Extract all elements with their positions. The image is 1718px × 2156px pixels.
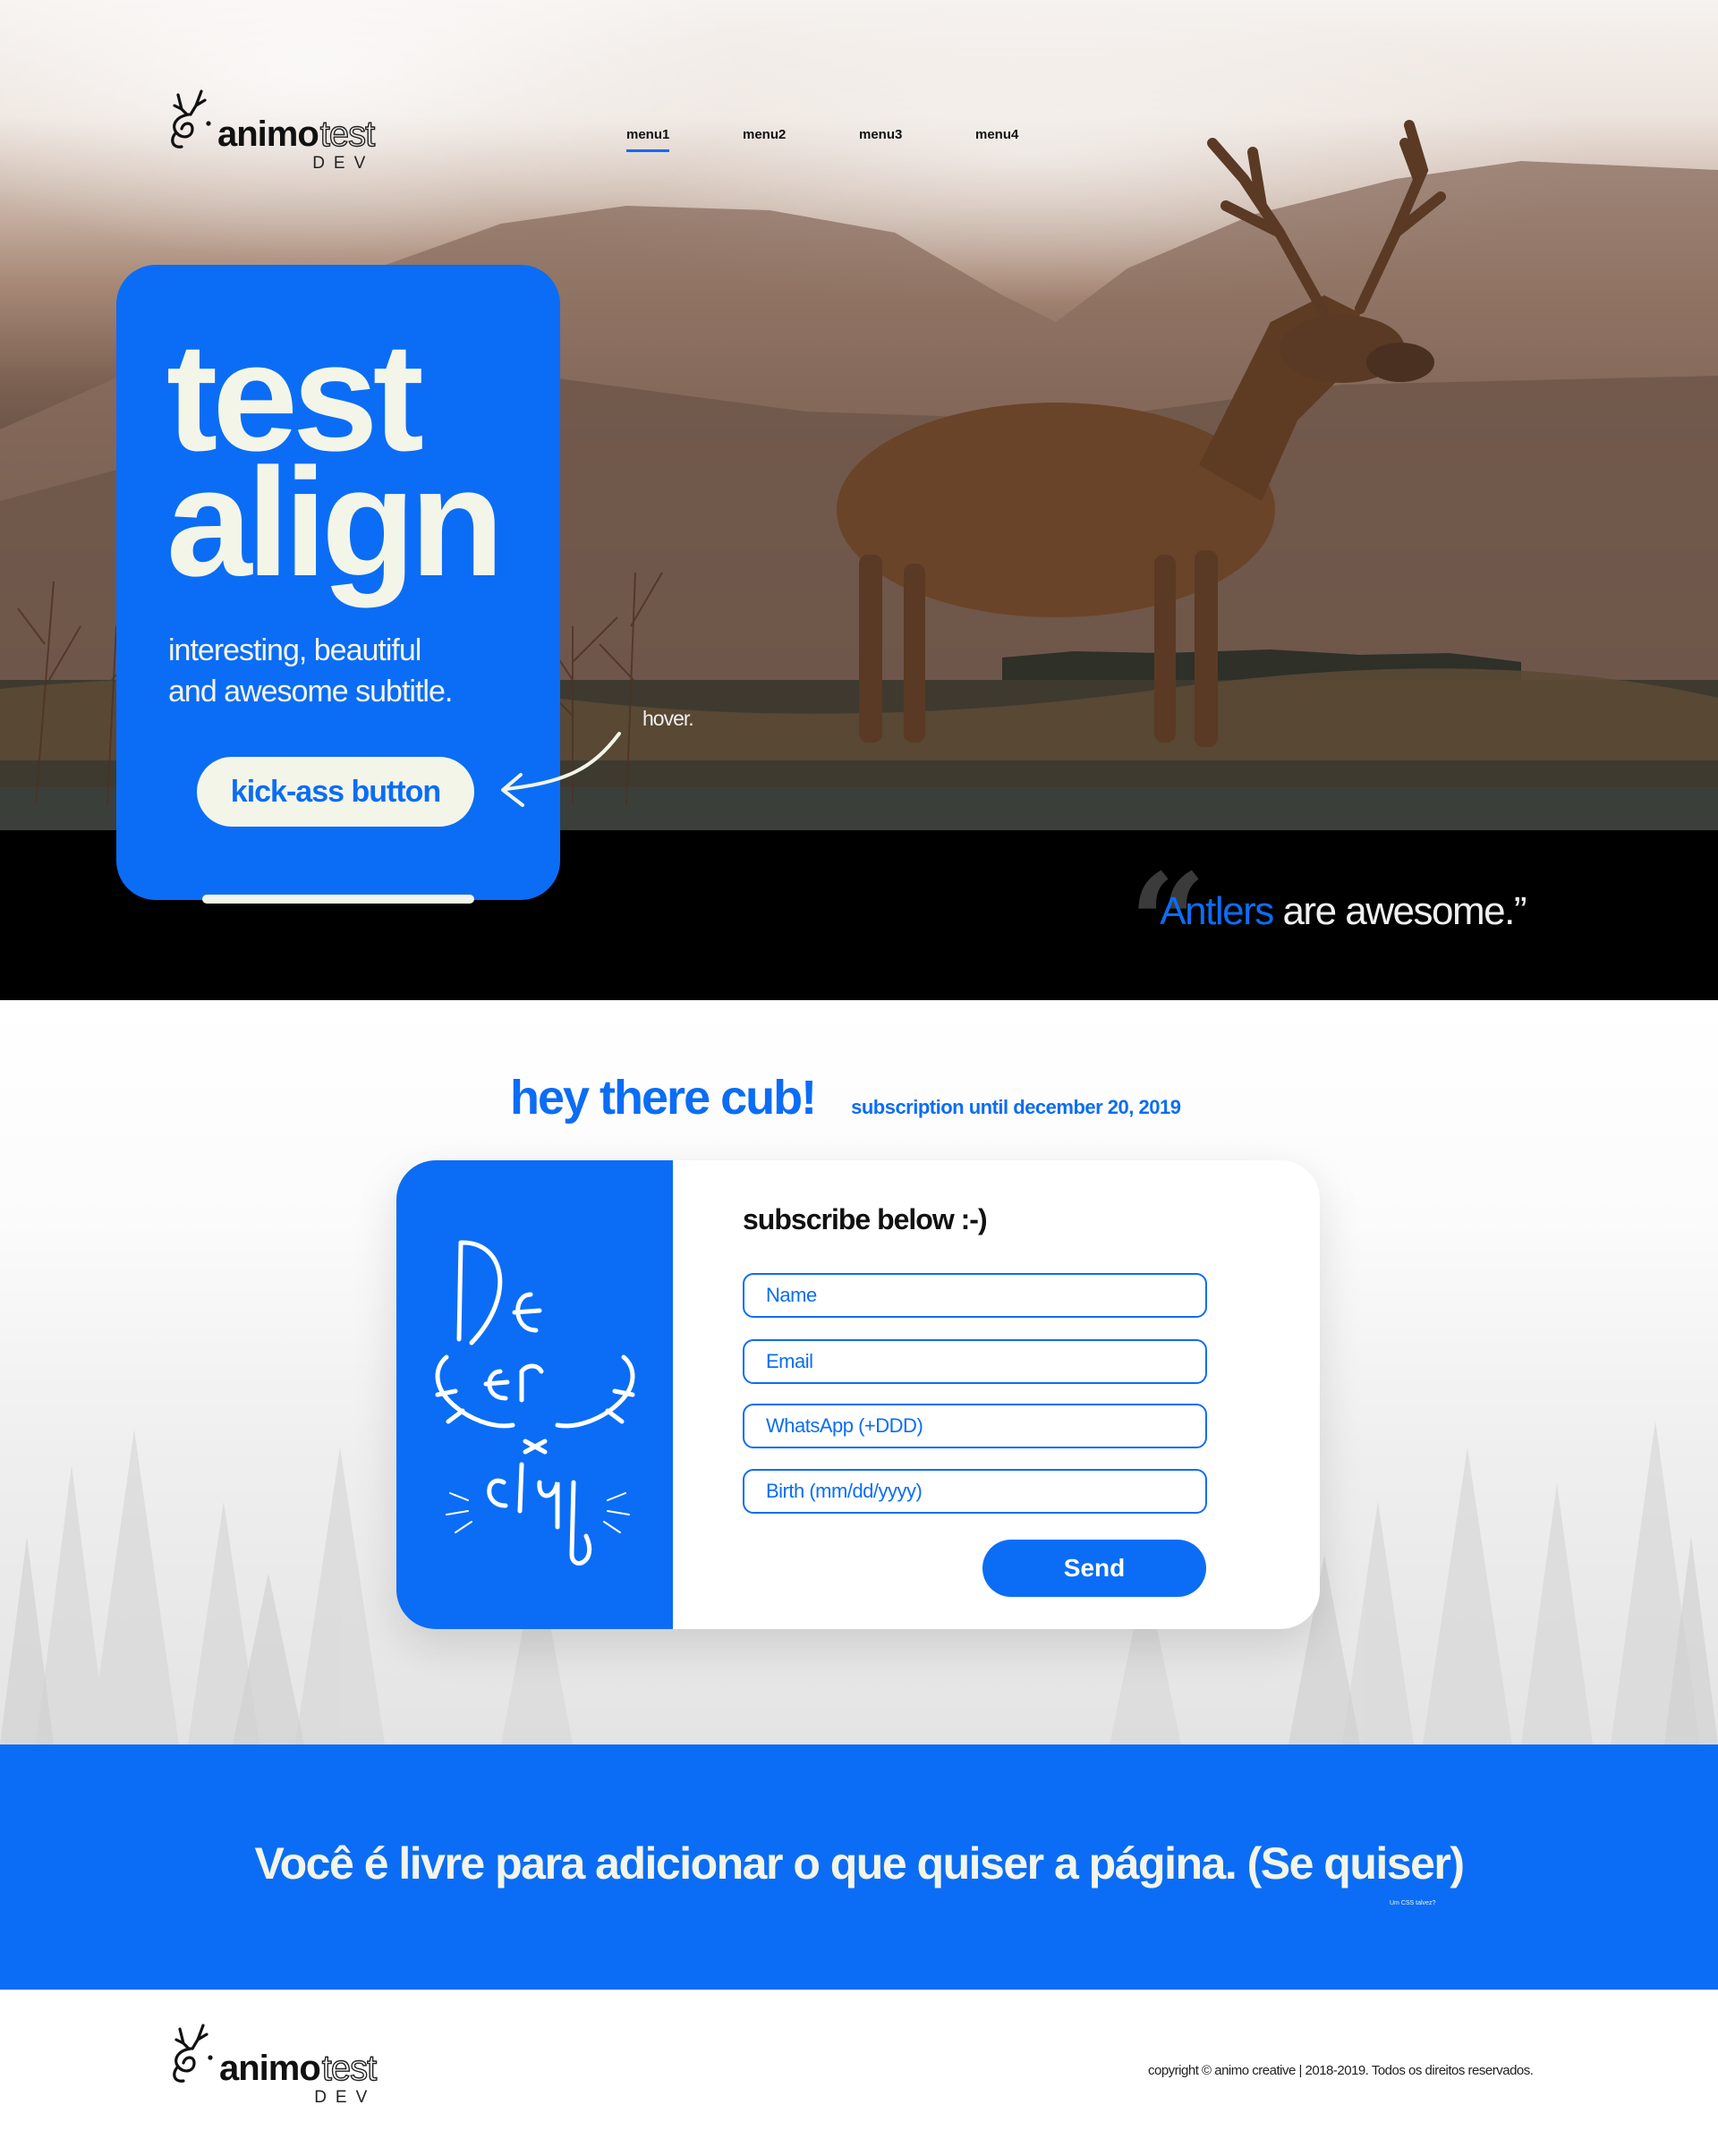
nav-item-menu1[interactable]: menu1: [626, 127, 743, 152]
birth-field[interactable]: [743, 1469, 1207, 1514]
name-field[interactable]: [743, 1273, 1207, 1318]
deer-logo-icon: [173, 2024, 213, 2083]
copyright-text: copyright © animo creative | 2018-2019. …: [1148, 2063, 1534, 2078]
subscribe-title: hey there cub!: [510, 1071, 817, 1125]
banner-message: Você é livre para adicionar o que quiser…: [254, 1838, 1466, 1889]
hero-title: test align: [166, 320, 504, 608]
hero-title-line2: align: [166, 437, 504, 608]
deer-club-panel: [396, 1160, 673, 1629]
deer-logo-icon: [171, 89, 211, 149]
banner-tiny-note: Um CSS talvez?: [1390, 1900, 1436, 1906]
info-banner: Você é livre para adicionar o que quiser…: [0, 1744, 1718, 1990]
quote-accent: Antlers: [1160, 889, 1274, 933]
quote-rest: are awesome.”: [1272, 889, 1527, 933]
nav-item-menu4[interactable]: menu4: [975, 127, 1092, 142]
footer-brand-logo[interactable]: animotest DEV: [167, 2024, 378, 2107]
nav-item-menu3[interactable]: menu3: [859, 127, 975, 142]
subscribe-card: subscribe below :-) Send: [396, 1160, 1320, 1629]
deer-club-illustration: [435, 1240, 635, 1566]
hero-subtitle-line1: interesting, beautiful: [168, 633, 421, 667]
quote-text: Antlers are awesome.”: [1160, 889, 1527, 934]
quote: “ Antlers are awesome.”: [1129, 856, 1527, 990]
subscription-note: subscription until december 20, 2019: [851, 1096, 1181, 1118]
footer-brand-sub: DEV: [314, 2088, 377, 2107]
hover-note: hover.: [642, 707, 694, 730]
card-underline: [202, 895, 474, 904]
hero-subtitle: interesting, beautiful and awesome subti…: [168, 630, 526, 712]
kick-ass-button[interactable]: kick-ass button: [197, 757, 474, 827]
send-button[interactable]: Send: [982, 1540, 1206, 1597]
footer-brand-name-bold: animo: [219, 2049, 321, 2088]
brand-sub: DEV: [312, 154, 375, 173]
main-nav: menu1 menu2 menu3 menu4: [626, 127, 1092, 152]
whatsapp-field[interactable]: [743, 1404, 1207, 1448]
form-title: subscribe below :-): [743, 1203, 988, 1235]
arrow-icon: [501, 732, 621, 807]
hero-subtitle-line2: and awesome subtitle.: [168, 675, 453, 709]
brand-name-outline: test: [319, 114, 376, 154]
nav-item-menu2[interactable]: menu2: [743, 127, 859, 142]
brand-name-bold: animo: [217, 115, 319, 154]
email-field[interactable]: [743, 1339, 1207, 1384]
brand-logo[interactable]: animotest DEV: [166, 89, 376, 173]
subscribe-heading: hey there cub! subscription until decemb…: [510, 1070, 1181, 1125]
footer-brand-name-outline: test: [321, 2048, 378, 2088]
